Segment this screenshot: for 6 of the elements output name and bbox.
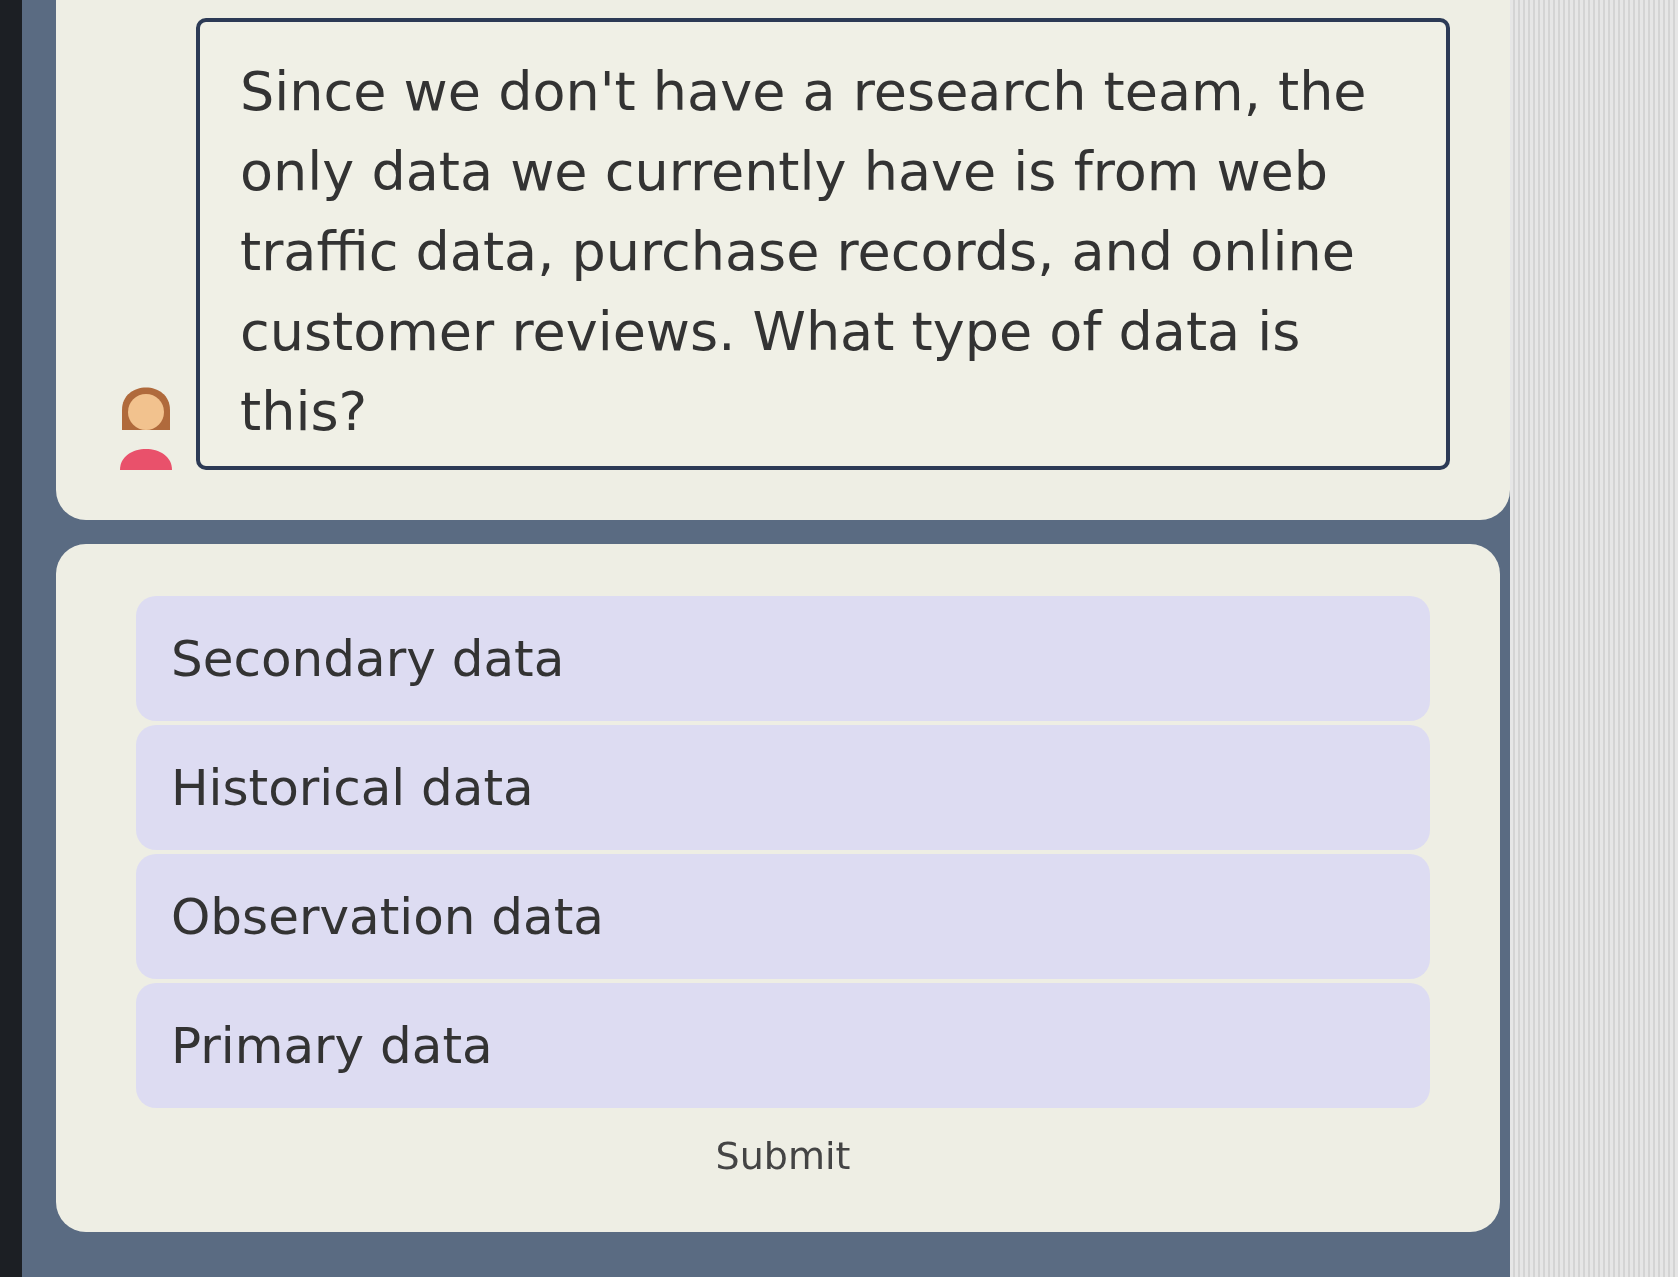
answer-option[interactable]: Observation data [136,854,1430,979]
submit-button[interactable]: Submit [703,1128,863,1184]
answer-option[interactable]: Secondary data [136,596,1430,721]
answer-option[interactable]: Primary data [136,983,1430,1108]
question-text: Since we don't have a research team, the only data we currently have is from web traffic data, purchase records, and online customer reviews. What type of data is this? [240,59,1368,445]
answer-option[interactable]: Historical data [136,725,1430,850]
